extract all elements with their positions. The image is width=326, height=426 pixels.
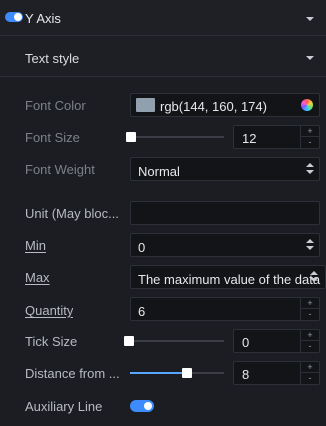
increment-button[interactable]: + xyxy=(301,362,319,373)
stepper-controls: + - xyxy=(300,298,319,320)
decrement-button[interactable]: - xyxy=(301,341,319,352)
font-size-value: 12 xyxy=(242,131,257,146)
min-value: 0 xyxy=(138,240,146,255)
distance-value: 8 xyxy=(242,367,250,382)
font-weight-value: Normal xyxy=(138,164,180,179)
max-label: Max xyxy=(25,270,50,285)
distance-slider-track[interactable] xyxy=(130,372,224,374)
font-size-label: Font Size xyxy=(25,130,80,145)
increment-button[interactable]: + xyxy=(301,298,319,309)
section-title: Y Axis xyxy=(25,11,61,26)
select-arrows-icon xyxy=(306,163,314,175)
select-arrows-icon xyxy=(310,271,318,283)
increment-button[interactable]: + xyxy=(301,330,319,341)
unit-input[interactable] xyxy=(130,201,320,225)
font-size-stepper[interactable]: 12 + - xyxy=(233,125,320,149)
font-color-field[interactable]: rgb(144, 160, 174) xyxy=(130,93,320,117)
tick-size-label: Tick Size xyxy=(25,334,78,349)
tick-size-slider-track[interactable] xyxy=(130,340,224,342)
min-label: Min xyxy=(25,238,46,253)
font-size-slider-thumb[interactable] xyxy=(126,132,136,142)
increment-button[interactable]: + xyxy=(301,126,319,137)
chevron-down-icon[interactable] xyxy=(306,17,314,21)
decrement-button[interactable]: - xyxy=(301,309,319,320)
color-picker-icon[interactable] xyxy=(301,99,313,111)
chevron-down-icon[interactable] xyxy=(306,56,314,60)
quantity-value: 6 xyxy=(138,304,146,319)
distance-stepper[interactable]: 8 + - xyxy=(233,361,320,385)
slider-fill xyxy=(130,372,187,374)
distance-label: Distance from ... xyxy=(25,366,120,381)
tick-size-slider-thumb[interactable] xyxy=(124,336,134,346)
color-swatch xyxy=(136,98,155,112)
max-value: The maximum value of the data xyxy=(138,272,321,287)
y-axis-toggle[interactable] xyxy=(5,12,23,22)
font-color-value: rgb(144, 160, 174) xyxy=(160,99,267,114)
auxiliary-line-toggle[interactable] xyxy=(130,400,154,412)
select-arrows-icon xyxy=(306,239,314,251)
stepper-controls: + - xyxy=(300,126,319,148)
decrement-button[interactable]: - xyxy=(301,137,319,148)
toggle-knob xyxy=(14,13,22,21)
font-size-slider-track[interactable] xyxy=(130,136,224,138)
unit-label: Unit (May bloc... xyxy=(25,206,119,221)
quantity-stepper[interactable]: 6 + - xyxy=(130,297,320,321)
stepper-controls: + - xyxy=(300,330,319,352)
decrement-button[interactable]: - xyxy=(301,373,319,384)
quantity-label: Quantity xyxy=(25,303,74,318)
font-color-label: Font Color xyxy=(25,98,86,113)
max-select[interactable]: The maximum value of the data xyxy=(130,265,326,289)
auxiliary-line-label: Auxiliary Line xyxy=(25,399,103,414)
font-weight-select[interactable]: Normal xyxy=(130,157,320,181)
tick-size-stepper[interactable]: 0 + - xyxy=(233,329,320,353)
min-select[interactable]: 0 xyxy=(130,233,320,257)
toggle-knob xyxy=(144,402,152,410)
tick-size-value: 0 xyxy=(242,335,250,350)
font-weight-label: Font Weight xyxy=(25,162,95,177)
subsection-title: Text style xyxy=(25,51,80,66)
distance-slider-thumb[interactable] xyxy=(182,368,192,378)
stepper-controls: + - xyxy=(300,362,319,384)
y-axis-section-header[interactable]: Y Axis xyxy=(0,0,326,36)
text-style-subsection-header[interactable]: Text style xyxy=(0,37,326,77)
